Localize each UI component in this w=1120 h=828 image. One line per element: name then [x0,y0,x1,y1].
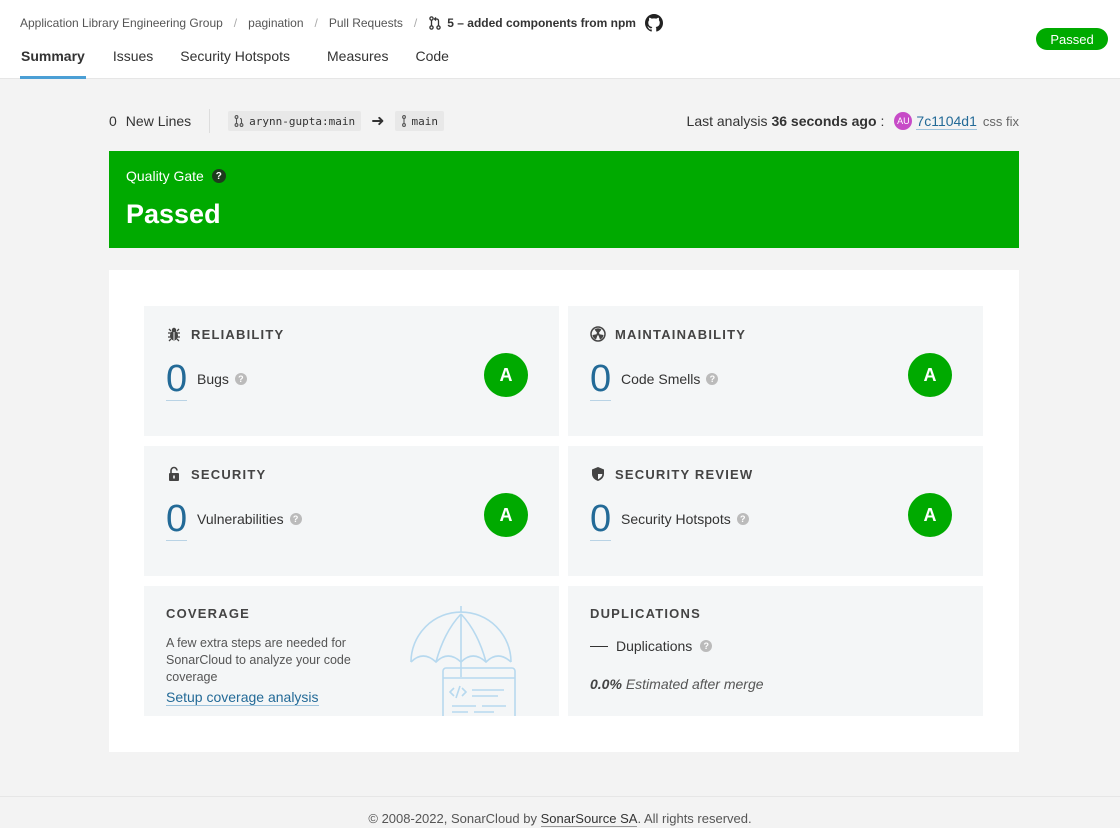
breadcrumb-project[interactable]: pagination [248,16,303,30]
reliability-title: RELIABILITY [191,326,285,342]
breadcrumb-separator: / [314,16,318,30]
tab-summary[interactable]: Summary [20,46,86,79]
sonarsource-link[interactable]: SonarSource SA [540,811,638,827]
help-icon[interactable]: ? [706,373,719,385]
last-analysis: Last analysis 36 seconds ago: AU 7c1104d… [686,112,1019,130]
duplications-title: DUPLICATIONS [590,606,701,621]
vulnerabilities-label: Vulnerabilities? [197,511,302,527]
bug-icon [168,327,180,342]
commit-hash-link[interactable]: 7c1104d1 [916,113,977,130]
help-icon[interactable]: ? [736,513,749,525]
breadcrumb-pull-request: 5 – added components from npm [428,14,663,32]
source-branch: arynn-gupta:main [228,111,362,131]
help-icon[interactable]: ? [234,373,247,385]
bugs-count[interactable]: 0 [166,358,188,401]
breadcrumb-separator: / [233,16,238,30]
analysis-meta-row: 0 New Lines arynn-gupta:main ➜ main Last… [109,108,1019,134]
maintainability-card: MAINTAINABILITY 0 Code Smells? A [568,306,983,436]
duplications-estimate-label: Estimated after merge [625,676,764,692]
avatar: AU [894,112,913,130]
radiation-icon [590,326,606,342]
help-icon[interactable]: ? [289,513,302,525]
source-branch-name: arynn-gupta:main [249,114,356,128]
pull-request-icon [429,16,442,30]
shield-icon [592,467,604,481]
card-title: COVERAGE [166,606,250,621]
no-value-dash [590,645,608,647]
card-title: SECURITY [166,466,266,482]
tab-measures[interactable]: Measures [327,46,388,79]
arrow-right-icon: ➜ [371,113,385,130]
breadcrumb-separator: / [413,16,418,30]
security-hotspots-count[interactable]: 0 [590,498,612,541]
new-lines-label: New Lines [125,113,192,129]
last-analysis-time: 36 seconds ago [771,113,877,129]
bugs-label: Bugs? [197,371,247,387]
branch-icon [401,115,406,127]
quality-gate-status-badge: Passed [1036,28,1108,50]
card-title: SECURITY REVIEW [590,466,753,482]
help-icon[interactable]: ? [211,169,226,183]
quality-gate-status: Passed [126,199,221,229]
code-smells-label-text: Code Smells [621,371,701,387]
duplications-card: DUPLICATIONS Duplications ? 0.0% Estimat… [568,586,983,716]
maintainability-rating[interactable]: A [908,353,952,397]
pull-request-title: 5 – added components from npm [447,16,636,30]
commit-message: css fix [982,113,1019,129]
code-smells-label: Code Smells? [621,371,719,387]
coverage-card: COVERAGE A few extra steps are needed fo… [144,586,559,716]
card-title: RELIABILITY [166,326,284,342]
tab-bar: Summary Issues Security Hotspots Measure… [20,46,476,79]
duplications-label: Duplications [616,638,693,654]
card-title: MAINTAINABILITY [590,326,746,342]
branch-icon [234,115,244,127]
coverage-title: COVERAGE [166,606,251,621]
umbrella-illustration-icon [410,606,516,716]
maintainability-title: MAINTAINABILITY [615,326,747,342]
target-branch: main [394,111,445,131]
duplications-row: Duplications ? [590,638,713,654]
breadcrumb-pull-requests[interactable]: Pull Requests [329,16,403,30]
security-review-title: SECURITY REVIEW [615,466,754,482]
top-header: Application Library Engineering Group / … [0,0,1120,79]
quality-gate-banner: Quality Gate ? Passed [109,151,1019,248]
tab-security-hotspots[interactable]: Security Hotspots [180,46,290,79]
bugs-label-text: Bugs [197,371,229,387]
duplications-estimate-value: 0.0% [590,676,622,692]
setup-coverage-link[interactable]: Setup coverage analysis [166,689,319,706]
code-smells-count[interactable]: 0 [590,358,612,401]
tab-issues[interactable]: Issues [113,46,153,79]
lock-icon [169,466,179,481]
new-lines: 0 New Lines [109,109,211,133]
quality-gate-label-text: Quality Gate [126,168,204,184]
vulnerabilities-count[interactable]: 0 [166,498,188,541]
footer-suffix: . All rights reserved. [637,811,752,826]
help-icon[interactable]: ? [700,640,713,652]
reliability-card: RELIABILITY 0 Bugs? A [144,306,559,436]
breadcrumb: Application Library Engineering Group / … [20,13,663,33]
security-rating[interactable]: A [484,493,528,537]
security-review-card: SECURITY REVIEW 0 Security Hotspots? A [568,446,983,576]
coverage-description: A few extra steps are needed for SonarCl… [166,636,351,684]
measures-panel: RELIABILITY 0 Bugs? A MAINTAINABILITY 0 … [109,270,1019,752]
vulnerabilities-label-text: Vulnerabilities [197,511,284,527]
new-lines-count: 0 [109,113,117,129]
security-card: SECURITY 0 Vulnerabilities? A [144,446,559,576]
last-analysis-prefix: Last analysis [686,113,768,129]
security-hotspots-label-text: Security Hotspots [621,511,731,527]
security-title: SECURITY [191,466,267,482]
github-icon[interactable] [644,14,663,32]
footer: © 2008-2022, SonarCloud by SonarSource S… [0,796,1120,828]
breadcrumb-organization[interactable]: Application Library Engineering Group [20,16,223,30]
card-title: DUPLICATIONS [590,606,701,621]
security-review-rating[interactable]: A [908,493,952,537]
footer-copyright: © 2008-2022, SonarCloud by [368,811,537,826]
tab-code[interactable]: Code [415,46,448,79]
target-branch-name: main [411,114,439,128]
quality-gate-label: Quality Gate ? [126,168,226,184]
reliability-rating[interactable]: A [484,353,528,397]
security-hotspots-label: Security Hotspots? [621,511,749,527]
duplications-estimate: 0.0% Estimated after merge [590,676,764,692]
